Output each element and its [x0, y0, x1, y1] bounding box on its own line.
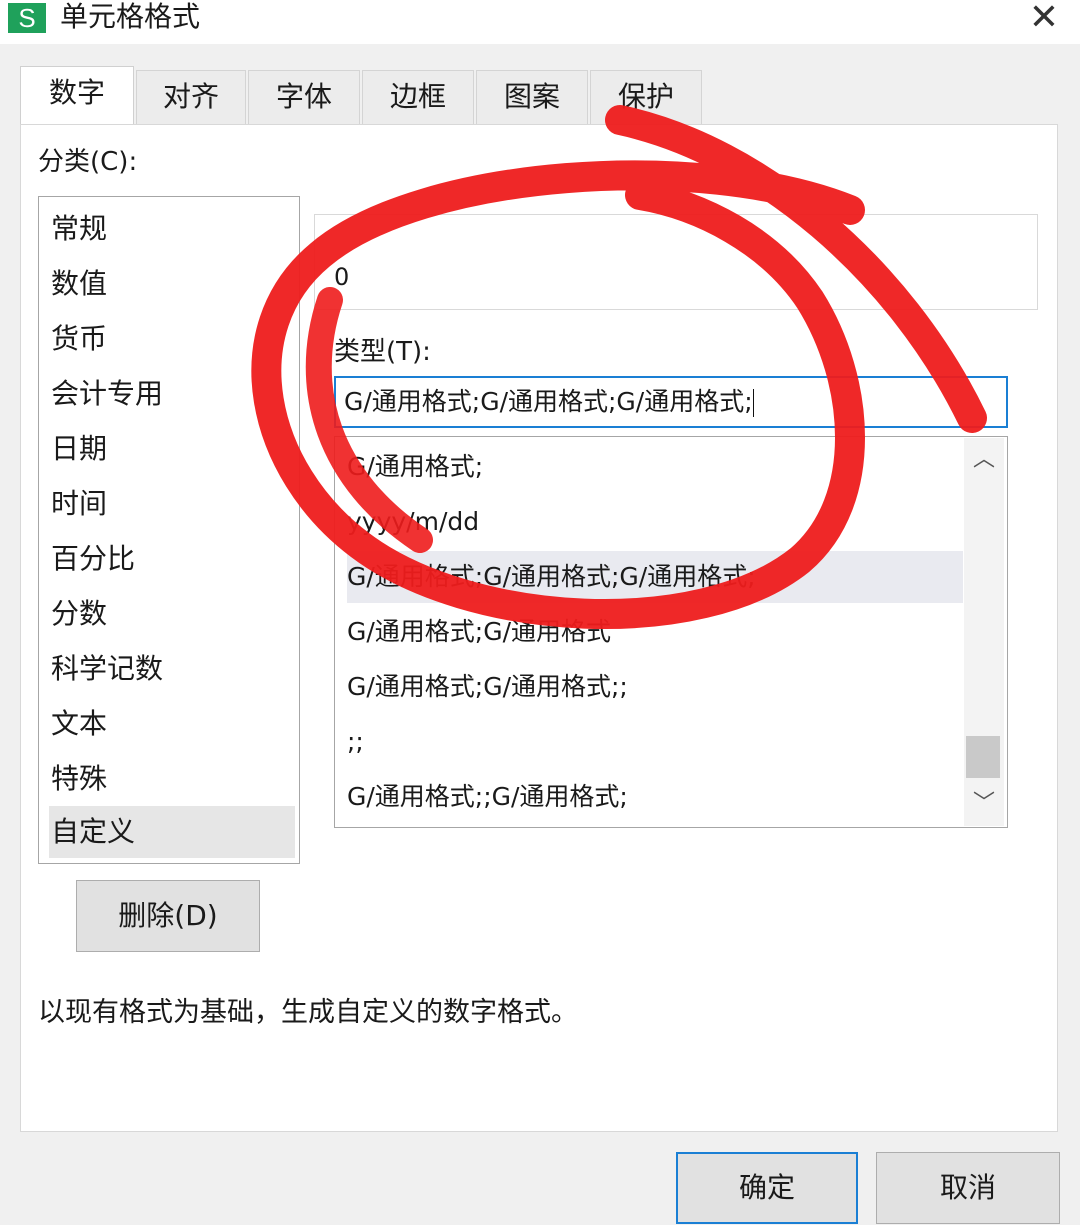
- scrollbar-thumb[interactable]: [966, 736, 1000, 778]
- sample-value: 0: [334, 263, 350, 291]
- tab-number[interactable]: 数字: [20, 66, 134, 126]
- type-option[interactable]: G/通用格式;G/通用格式;;: [347, 661, 963, 713]
- type-input[interactable]: G/通用格式;G/通用格式;G/通用格式;: [334, 376, 1008, 428]
- close-icon[interactable]: ✕: [1018, 0, 1070, 38]
- category-item[interactable]: 百分比: [49, 533, 295, 585]
- tab-protection[interactable]: 保护: [590, 70, 702, 124]
- type-option[interactable]: G/通用格式;G/通用格式: [347, 606, 963, 658]
- category-item[interactable]: 会计专用: [49, 368, 295, 420]
- tab-patterns[interactable]: 图案: [476, 70, 588, 124]
- chevron-up-icon[interactable]: ︿: [964, 440, 1004, 480]
- category-item[interactable]: 数值: [49, 258, 295, 310]
- category-item-custom[interactable]: 自定义: [49, 806, 295, 858]
- type-label: 类型(T):: [334, 337, 431, 367]
- type-option[interactable]: G/通用格式;: [347, 441, 963, 493]
- type-list[interactable]: G/通用格式; yyyy/m/dd G/通用格式;G/通用格式;G/通用格式; …: [334, 436, 1008, 828]
- format-description: 以现有格式为基础，生成自定义的数字格式。: [38, 997, 578, 1028]
- title-bar: S 单元格格式 ✕: [0, 0, 1080, 44]
- type-option[interactable]: G/通用格式;;G/通用格式;: [347, 771, 963, 823]
- category-label: 分类(C):: [38, 147, 138, 177]
- chevron-down-icon[interactable]: ﹀: [964, 784, 1004, 824]
- dialog-title: 单元格格式: [60, 0, 201, 33]
- type-option-selected[interactable]: G/通用格式;G/通用格式;G/通用格式;: [347, 551, 963, 603]
- type-input-value: G/通用格式;G/通用格式;G/通用格式;: [344, 387, 753, 416]
- category-item[interactable]: 常规: [49, 203, 295, 255]
- category-list[interactable]: 常规 数值 货币 会计专用 日期 时间 百分比 分数 科学记数 文本 特殊 自定…: [38, 196, 300, 864]
- text-caret: [752, 389, 754, 417]
- wps-spreadsheet-icon: S: [8, 3, 46, 33]
- ok-button[interactable]: 确定: [676, 1152, 858, 1224]
- tab-alignment[interactable]: 对齐: [136, 70, 246, 124]
- category-item[interactable]: 文本: [49, 698, 295, 750]
- category-item[interactable]: 货币: [49, 313, 295, 365]
- delete-button[interactable]: 删除(D): [76, 880, 260, 952]
- category-item[interactable]: 分数: [49, 588, 295, 640]
- category-item[interactable]: 时间: [49, 478, 295, 530]
- type-option[interactable]: yyyy/m/dd: [347, 496, 963, 548]
- category-item[interactable]: 科学记数: [49, 643, 295, 695]
- sample-groupbox: [314, 214, 1038, 310]
- type-list-scrollbar[interactable]: ︿ ﹀: [964, 438, 1004, 826]
- cancel-button[interactable]: 取消: [876, 1152, 1060, 1224]
- tab-border[interactable]: 边框: [362, 70, 474, 124]
- category-item[interactable]: 特殊: [49, 753, 295, 805]
- category-item[interactable]: 日期: [49, 423, 295, 475]
- type-option[interactable]: ;;: [347, 716, 963, 768]
- tab-font[interactable]: 字体: [248, 70, 360, 124]
